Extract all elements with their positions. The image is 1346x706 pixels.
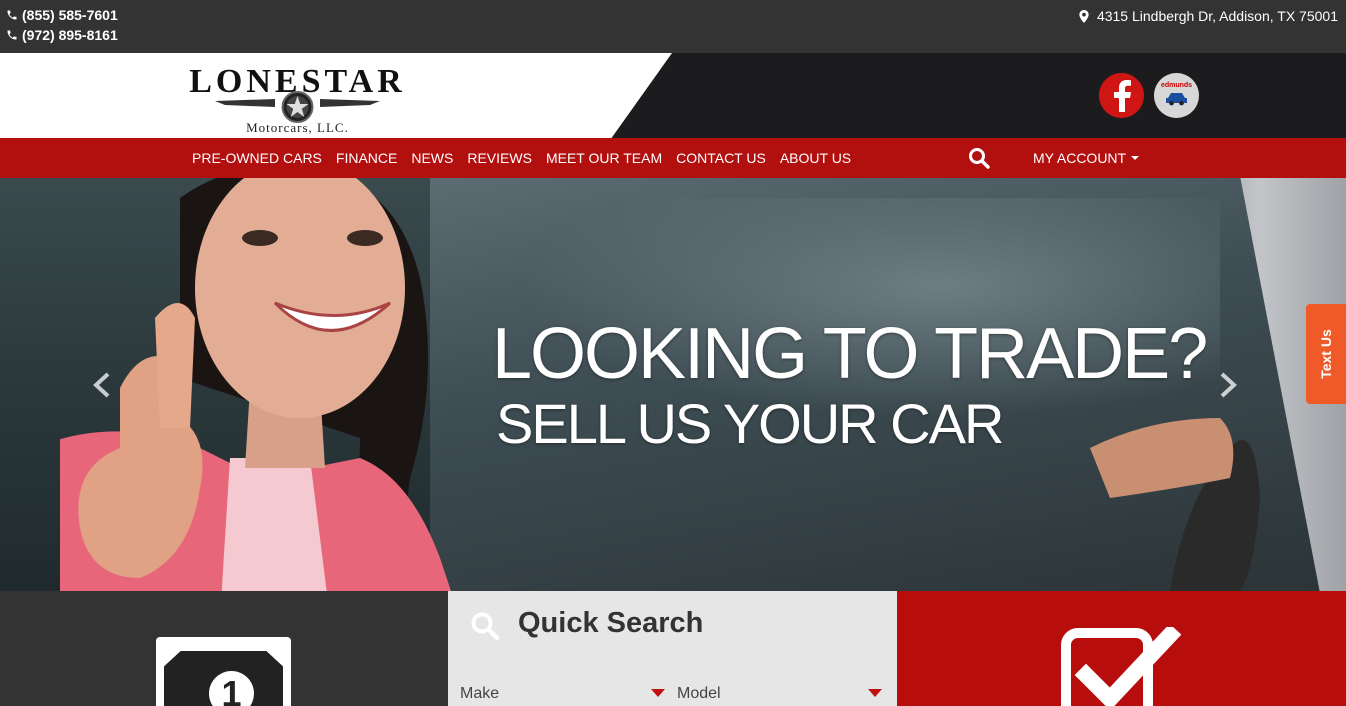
nav-item-meet-our-team[interactable]: MEET OUR TEAM [540,138,670,178]
quick-search-panel: Quick Search Make Model [448,591,897,706]
logo-subtitle: Motorcars, LLC. [246,120,349,135]
money-icon-inner: 1 [164,651,283,706]
approval-panel[interactable] [897,591,1346,706]
caret-down-icon [651,689,665,697]
my-account-label: MY ACCOUNT [1033,150,1127,166]
hero-woman-image [60,178,451,591]
edmunds-button[interactable]: edmunds [1154,73,1199,118]
star-emblem-icon [215,91,380,123]
phone-number-2: (972) 895-8161 [22,27,118,43]
top-bar: (855) 585-7601 (972) 895-8161 4315 Lindb… [0,0,1346,53]
search-icon[interactable] [968,147,990,169]
search-icon [471,612,500,641]
money-circle: 1 [209,671,254,706]
phone-icon [7,30,17,40]
nav-item-finance[interactable]: FINANCE [330,138,405,178]
checkbox-checked-icon [1061,627,1182,706]
steering-wheel-image [1090,418,1260,591]
header: LONESTAR Motorcars, LLC. edmunds [0,53,1346,138]
hero-slider: LOOKING TO TRADE? SELL US YOUR CAR [0,178,1346,591]
nav-item-news[interactable]: NEWS [405,138,461,178]
caret-down-icon [868,689,882,697]
finance-panel[interactable]: 1 [0,591,448,706]
phone-icon [7,10,17,20]
edmunds-label: edmunds [1160,82,1193,89]
nav-item-contact-us[interactable]: CONTACT US [670,138,774,178]
address-text: 4315 Lindbergh Dr, Addison, TX 75001 [1096,8,1338,24]
money-icon: 1 [156,637,291,706]
nav-item-pre-owned-cars[interactable]: PRE-OWNED CARS [186,138,330,178]
hero-title: LOOKING TO TRADE? [492,314,1208,394]
chevron-down-icon [1131,156,1140,160]
phone-number-1: (855) 585-7601 [22,7,118,23]
quick-search-title: Quick Search [518,607,704,639]
nav-items: PRE-OWNED CARS FINANCE NEWS REVIEWS MEET… [186,138,859,178]
text-us-label: Text Us [1318,329,1335,379]
make-label: Make [460,685,500,702]
model-select[interactable]: Model [677,685,882,706]
nav-item-reviews[interactable]: REVIEWS [461,138,540,178]
model-label: Model [677,685,721,702]
my-account-dropdown[interactable]: MY ACCOUNT [1033,138,1140,178]
chevron-left-icon[interactable] [90,368,114,402]
text-us-button[interactable]: Text Us [1306,304,1346,404]
chevron-right-icon[interactable] [1216,368,1240,402]
phone-link-1[interactable]: (855) 585-7601 [6,7,118,23]
make-select[interactable]: Make [460,685,665,706]
facebook-icon [1113,79,1131,112]
nav-item-about-us[interactable]: ABOUT US [774,138,859,178]
map-pin-icon [1079,9,1089,23]
facebook-button[interactable] [1099,73,1144,118]
car-icon [1166,93,1187,106]
logo[interactable]: LONESTAR Motorcars, LLC. [180,57,415,137]
phone-link-2[interactable]: (972) 895-8161 [6,27,118,43]
main-nav: PRE-OWNED CARS FINANCE NEWS REVIEWS MEET… [0,138,1346,178]
hero-subtitle: SELL US YOUR CAR [496,392,1004,455]
address-link[interactable]: 4315 Lindbergh Dr, Addison, TX 75001 [1079,8,1338,24]
